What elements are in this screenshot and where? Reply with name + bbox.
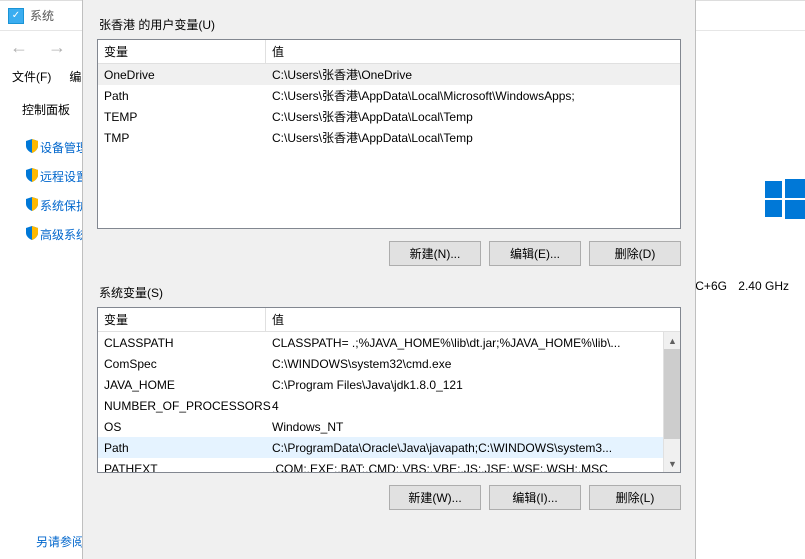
link-label: 高级系统 — [40, 226, 88, 243]
row-var-name: JAVA_HOME — [98, 378, 266, 392]
row-var-name: PATHEXT — [98, 462, 266, 474]
link-label: 远程设置 — [40, 168, 88, 185]
scroll-down-icon[interactable]: ▼ — [664, 455, 681, 472]
shield-icon — [24, 225, 40, 244]
system-vars-label: 系统变量(S) — [99, 284, 681, 301]
windows-logo-icon — [765, 179, 805, 219]
row-var-value: C:\Users\张香港\OneDrive — [266, 66, 680, 83]
row-var-value: C:\Users\张香港\AppData\Local\Temp — [266, 108, 680, 125]
row-var-value: .COM;.EXE;.BAT;.CMD;.VBS;.VBE;.JS;.JSE;.… — [266, 462, 680, 474]
row-var-value: C:\WINDOWS\system32\cmd.exe — [266, 357, 680, 371]
link-label: 系统保护 — [40, 197, 88, 214]
env-vars-dialog: 张香港 的用户变量(U) 变量 值 OneDriveC:\Users\张香港\O… — [82, 0, 696, 559]
system-button-row: 新建(W)... 编辑(I)... 删除(L) — [97, 485, 681, 510]
col-value[interactable]: 值 — [266, 40, 680, 63]
menu-edit[interactable]: 编 — [69, 68, 81, 85]
table-row[interactable]: OneDriveC:\Users\张香港\OneDrive — [98, 64, 680, 85]
shield-icon — [24, 196, 40, 215]
col-variable[interactable]: 变量 — [98, 308, 266, 331]
back-arrow-icon: ← — [10, 37, 28, 58]
user-button-row: 新建(N)... 编辑(E)... 删除(D) — [97, 241, 681, 266]
table-row[interactable]: OSWindows_NT — [98, 416, 680, 437]
row-var-name: NUMBER_OF_PROCESSORS — [98, 399, 266, 413]
link-label: 设备管理 — [40, 139, 88, 156]
window-title: 系统 — [30, 7, 54, 24]
row-var-value: C:\Users\张香港\AppData\Local\Microsoft\Win… — [266, 87, 680, 104]
table-row[interactable]: PathC:\Users\张香港\AppData\Local\Microsoft… — [98, 85, 680, 106]
table-row[interactable]: TMPC:\Users\张香港\AppData\Local\Temp — [98, 127, 680, 148]
user-vars-label: 张香港 的用户变量(U) — [99, 16, 681, 33]
row-var-value: 4 — [266, 399, 680, 413]
table-header: 变量 值 — [98, 40, 680, 64]
scroll-up-icon[interactable]: ▲ — [664, 332, 681, 349]
shield-icon — [24, 167, 40, 186]
ghz-info: 2.40 GHz — [738, 279, 789, 293]
system-rows: CLASSPATHCLASSPATH= .;%JAVA_HOME%\lib\dt… — [98, 332, 680, 473]
table-row[interactable]: ComSpecC:\WINDOWS\system32\cmd.exe — [98, 353, 680, 374]
system-vars-table[interactable]: 变量 值 CLASSPATHCLASSPATH= .;%JAVA_HOME%\l… — [97, 307, 681, 473]
row-var-value: CLASSPATH= .;%JAVA_HOME%\lib\dt.jar;%JAV… — [266, 336, 680, 350]
see-also-link[interactable]: 另请参阅 — [36, 533, 84, 550]
new-system-var-button[interactable]: 新建(W)... — [389, 485, 481, 510]
col-variable[interactable]: 变量 — [98, 40, 266, 63]
row-var-value: C:\Users\张香港\AppData\Local\Temp — [266, 129, 680, 146]
row-var-value: C:\ProgramData\Oracle\Java\javapath;C:\W… — [266, 441, 680, 455]
delete-user-var-button[interactable]: 删除(D) — [589, 241, 681, 266]
system-info: 4C+6G 2.40 GHz — [689, 279, 797, 293]
row-var-name: ComSpec — [98, 357, 266, 371]
table-row[interactable]: JAVA_HOMEC:\Program Files\Java\jdk1.8.0_… — [98, 374, 680, 395]
forward-arrow-icon: → — [48, 37, 66, 58]
delete-system-var-button[interactable]: 删除(L) — [589, 485, 681, 510]
row-var-name: TEMP — [98, 110, 266, 124]
menu-file[interactable]: 文件(F) — [12, 68, 51, 85]
user-vars-table[interactable]: 变量 值 OneDriveC:\Users\张香港\OneDrivePathC:… — [97, 39, 681, 229]
row-var-name: CLASSPATH — [98, 336, 266, 350]
row-var-name: OneDrive — [98, 68, 266, 82]
table-row[interactable]: CLASSPATHCLASSPATH= .;%JAVA_HOME%\lib\dt… — [98, 332, 680, 353]
table-row[interactable]: PATHEXT.COM;.EXE;.BAT;.CMD;.VBS;.VBE;.JS… — [98, 458, 680, 473]
edit-system-var-button[interactable]: 编辑(I)... — [489, 485, 581, 510]
scroll-thumb[interactable] — [664, 349, 681, 439]
row-var-name: TMP — [98, 131, 266, 145]
table-header: 变量 值 — [98, 308, 680, 332]
system-icon — [8, 8, 24, 24]
table-row[interactable]: NUMBER_OF_PROCESSORS4 — [98, 395, 680, 416]
row-var-name: OS — [98, 420, 266, 434]
table-row[interactable]: PathC:\ProgramData\Oracle\Java\javapath;… — [98, 437, 680, 458]
scrollbar[interactable]: ▲ ▼ — [663, 332, 680, 472]
row-var-name: Path — [98, 89, 266, 103]
row-var-value: C:\Program Files\Java\jdk1.8.0_121 — [266, 378, 680, 392]
row-var-value: Windows_NT — [266, 420, 680, 434]
edit-user-var-button[interactable]: 编辑(E)... — [489, 241, 581, 266]
user-rows: OneDriveC:\Users\张香港\OneDrivePathC:\User… — [98, 64, 680, 148]
table-row[interactable]: TEMPC:\Users\张香港\AppData\Local\Temp — [98, 106, 680, 127]
new-user-var-button[interactable]: 新建(N)... — [389, 241, 481, 266]
shield-icon — [24, 138, 40, 157]
col-value[interactable]: 值 — [266, 308, 680, 331]
row-var-name: Path — [98, 441, 266, 455]
